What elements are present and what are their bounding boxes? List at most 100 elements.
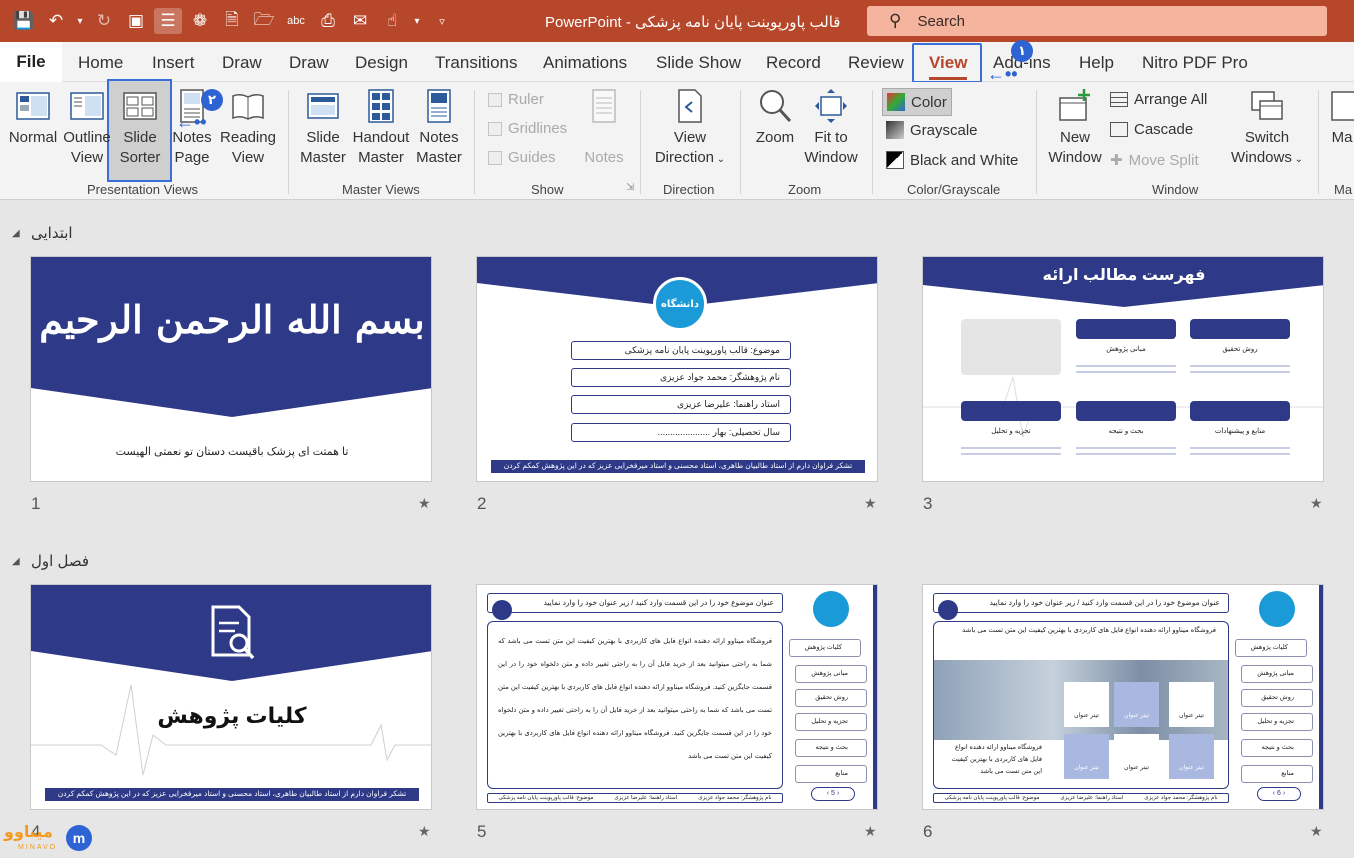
- ruler-checkbox[interactable]: Ruler: [488, 91, 544, 108]
- undo-icon[interactable]: ↶: [42, 8, 70, 34]
- customize-qat-icon[interactable]: ▿: [428, 8, 456, 34]
- view-direction-button[interactable]: View Direction ⌄: [652, 88, 728, 170]
- grayscale-button[interactable]: Grayscale: [886, 121, 978, 139]
- show-dialog-launcher-icon[interactable]: ⇲: [626, 182, 634, 193]
- slide-sorter-button[interactable]: Slide Sorter: [113, 88, 167, 168]
- new-file-icon[interactable]: 🗎: [218, 8, 246, 34]
- reading-view-icon: [232, 93, 264, 120]
- slide-thumbnail-3[interactable]: فهرست مطالب ارائه مبانی پژوهش روش تحقیق …: [922, 256, 1324, 482]
- move-split-button[interactable]: ✚ Move Split: [1110, 151, 1199, 170]
- notes-master-button[interactable]: Notes Master: [416, 88, 462, 168]
- outline-view-button[interactable]: Outline View: [62, 88, 112, 168]
- transition-star-icon[interactable]: ★: [1310, 495, 1323, 512]
- arrange-all-button[interactable]: Arrange All: [1110, 91, 1207, 108]
- email-icon[interactable]: ✉: [346, 8, 374, 34]
- normal-view-label: Normal: [8, 129, 58, 146]
- macros-button[interactable]: Ma: [1330, 88, 1354, 148]
- transition-star-icon[interactable]: ★: [864, 495, 877, 512]
- spelling-icon[interactable]: abc: [282, 8, 310, 34]
- section-collapse-icon[interactable]: ◢: [12, 556, 20, 567]
- slide-3-lines: [1076, 447, 1176, 455]
- save-icon[interactable]: 💾: [10, 8, 38, 34]
- section-header-1[interactable]: ابتدایی: [31, 224, 73, 242]
- fit-to-window-button[interactable]: Fit to Window: [802, 88, 860, 168]
- gridlines-checkbox[interactable]: Gridlines: [488, 120, 567, 137]
- zoom-group-label: Zoom: [788, 182, 822, 197]
- qat-more-icon[interactable]: ▾: [410, 8, 424, 34]
- switch-windows-button[interactable]: Switch Windows ⌄: [1228, 88, 1306, 170]
- notes-button[interactable]: Notes: [582, 88, 626, 168]
- slide-thumbnail-2[interactable]: دانشگاه موضوع: قالب پاورپوینت پایان نامه…: [476, 256, 878, 482]
- tab-draw-2[interactable]: Draw: [289, 53, 329, 73]
- slide-6-footer: نام پژوهشگر: محمد جواد عزیزی استاد راهنم…: [933, 793, 1229, 803]
- slide-6-side-button: مبانی پژوهش: [1241, 665, 1313, 683]
- tab-draw[interactable]: Draw: [222, 53, 262, 73]
- fit-label-1: Fit to: [814, 129, 848, 146]
- new-window-button[interactable]: New Window: [1046, 88, 1104, 168]
- handout-master-label-2: Master: [358, 149, 404, 166]
- slide-5-side-button: تجزیه و تحلیل: [795, 713, 867, 731]
- normal-view-button[interactable]: Normal: [8, 88, 58, 148]
- watermark-logo-text: میناوو: [4, 824, 53, 841]
- transition-star-icon[interactable]: ★: [864, 823, 877, 840]
- tab-record[interactable]: Record: [766, 53, 821, 73]
- tab-review[interactable]: Review: [848, 53, 904, 73]
- slide-sorter-qat-icon[interactable]: ☰: [154, 8, 182, 34]
- tab-slide-show[interactable]: Slide Show: [656, 53, 741, 73]
- slide-5-body: فروشگاه میناوو ارائه دهنده انواع فایل ها…: [487, 621, 783, 789]
- reading-view-button[interactable]: Reading View: [220, 88, 276, 168]
- slide-master-button[interactable]: Slide Master: [300, 88, 346, 168]
- section-header-2[interactable]: فصل اول: [31, 552, 89, 570]
- new-window-label-2: Window: [1048, 149, 1102, 166]
- slide-number-3: 3: [923, 494, 933, 513]
- slide-6-page-num: 6: [1277, 790, 1281, 797]
- search-box[interactable]: ⚲ Search: [867, 6, 1327, 36]
- touch-mode-icon[interactable]: ☝: [378, 8, 406, 34]
- zoom-button[interactable]: Zoom: [752, 88, 798, 148]
- transition-star-icon[interactable]: ★: [1310, 823, 1323, 840]
- tab-insert[interactable]: Insert: [152, 53, 195, 73]
- cascade-button[interactable]: Cascade: [1110, 121, 1193, 138]
- section-collapse-icon[interactable]: ◢: [12, 228, 20, 239]
- transition-star-icon[interactable]: ★: [418, 495, 431, 512]
- slide-6-content-box: فروشگاه میناوو ارائه دهنده انواع فایل ها…: [933, 621, 1229, 789]
- black-and-white-button[interactable]: Black and White: [886, 151, 1018, 169]
- separator: [1318, 90, 1319, 194]
- slide-6-side-button: تجزیه و تحلیل: [1241, 713, 1313, 731]
- tab-file[interactable]: File: [0, 42, 62, 82]
- slide-6-tile: تیتر عنوان: [1114, 734, 1159, 779]
- redo-icon[interactable]: ↻: [90, 8, 118, 34]
- slide-thumbnail-4[interactable]: کلیات پژوهش تشکر فراوان دارم از استاد طا…: [30, 584, 432, 810]
- slide-3-card-header: [1190, 319, 1290, 339]
- tab-help[interactable]: Help: [1079, 53, 1114, 73]
- tab-nitro[interactable]: Nitro PDF Pro: [1142, 53, 1248, 73]
- color-button[interactable]: Color: [882, 88, 952, 116]
- slide-thumbnail-6[interactable]: عنوان موضوع خود را در این قسمت وارد کنید…: [922, 584, 1324, 810]
- tab-home[interactable]: Home: [78, 53, 123, 73]
- slide-6-intro: فروشگاه میناوو ارائه دهنده انواع فایل ها…: [962, 627, 1216, 634]
- move-split-icon: ✚: [1110, 152, 1123, 169]
- tab-design[interactable]: Design: [355, 53, 408, 73]
- guides-checkbox[interactable]: Guides: [488, 149, 556, 166]
- open-folder-icon[interactable]: 🗁: [250, 8, 278, 34]
- slide-thumbnail-1[interactable]: بسم الله الرحمن الرحیم تا همتت ای پزشک ب…: [30, 256, 432, 482]
- separator: [288, 90, 289, 194]
- slide-6-side-button: بحث و نتیجه: [1241, 739, 1313, 757]
- slide-6-side-button: کلیات پژوهش: [1235, 639, 1307, 657]
- handout-master-button[interactable]: Handout Master: [351, 88, 411, 168]
- slide-6-body: فروشگاه میناوو ارائه دهنده انواع فایل ها…: [951, 744, 1042, 775]
- print-icon[interactable]: ⎙: [314, 8, 342, 34]
- tab-transitions[interactable]: Transitions: [435, 53, 518, 73]
- macros-icon: [1331, 91, 1354, 121]
- transition-star-icon[interactable]: ★: [418, 823, 431, 840]
- slide-5-foot-researcher: نام پژوهشگر: محمد جواد عزیزی: [698, 795, 772, 801]
- palette-icon[interactable]: ❁: [186, 8, 214, 34]
- slide-5-side-button: روش تحقیق: [795, 689, 867, 707]
- slide-thumbnail-5[interactable]: عنوان موضوع خود را در این قسمت وارد کنید…: [476, 584, 878, 810]
- slide-6-header: عنوان موضوع خود را در این قسمت وارد کنید…: [933, 593, 1229, 613]
- zoom-icon: [760, 90, 792, 123]
- present-icon[interactable]: ▣: [122, 8, 150, 34]
- grayscale-swatch-icon: [886, 121, 904, 139]
- undo-dropdown-icon[interactable]: ▾: [74, 8, 86, 34]
- tab-animations[interactable]: Animations: [543, 53, 627, 73]
